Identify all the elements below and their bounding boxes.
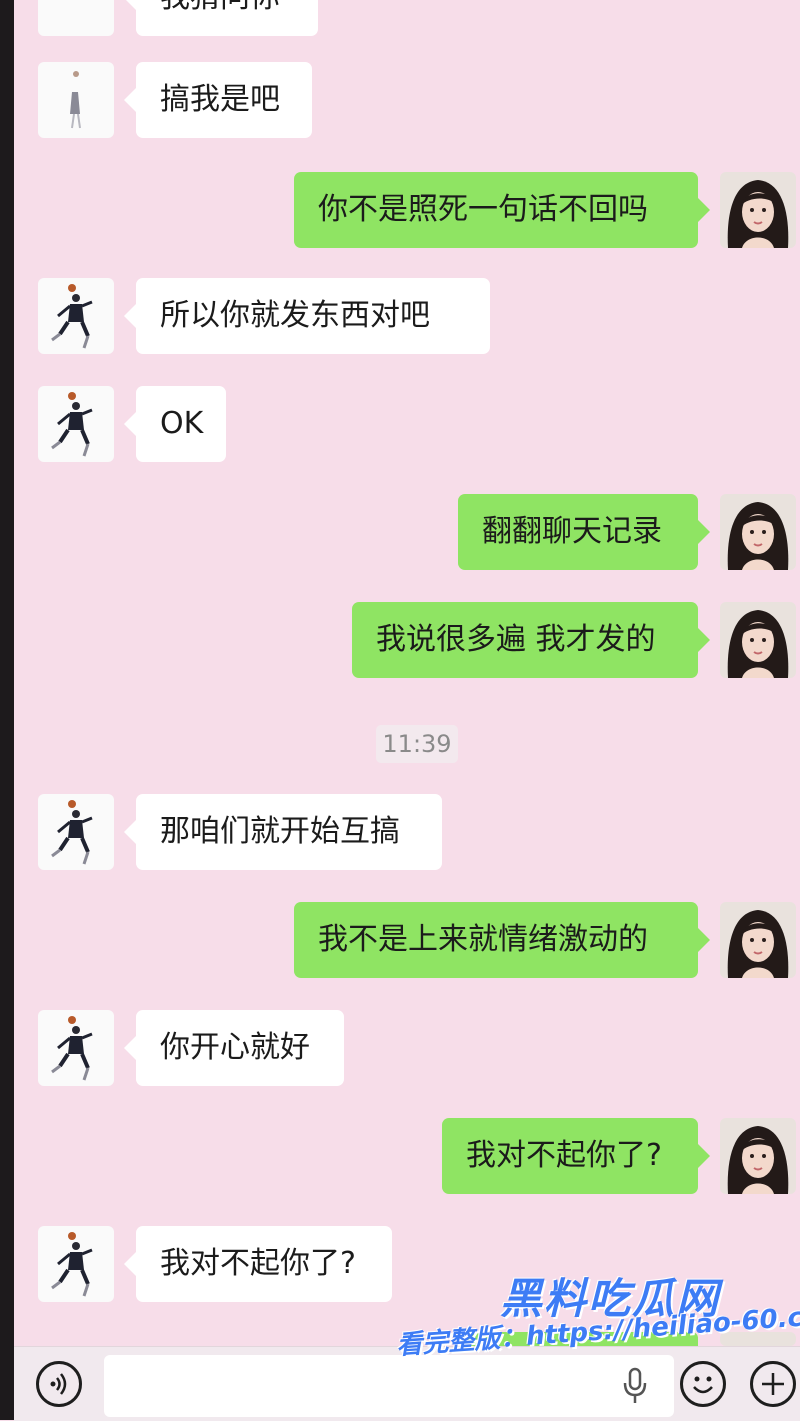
- message-bubble-outgoing[interactable]: 我不是上来就情绪激动的: [294, 902, 710, 978]
- message-bubble-outgoing[interactable]: 我对不起你了?: [442, 1118, 710, 1194]
- message-bubble-incoming[interactable]: 我猜问你: [124, 0, 318, 36]
- message-bubble-outgoing[interactable]: 翻翻聊天记录: [458, 494, 710, 570]
- message-bubble-outgoing[interactable]: 我说很多遍 我才发的: [352, 602, 710, 678]
- message-bubble-incoming[interactable]: 所以你就发东西对吧: [124, 278, 490, 354]
- user-avatar[interactable]: [720, 1118, 796, 1194]
- microphone-icon[interactable]: [622, 1367, 648, 1405]
- user-avatar[interactable]: [720, 172, 796, 248]
- user-avatar[interactable]: [720, 602, 796, 678]
- contact-avatar[interactable]: [38, 0, 114, 36]
- message-bubble-outgoing[interactable]: 你不是照死一句话不回吗: [294, 172, 710, 248]
- message-input[interactable]: [104, 1355, 674, 1417]
- voice-button[interactable]: [36, 1361, 82, 1407]
- contact-avatar[interactable]: [38, 794, 114, 870]
- plus-icon: [762, 1373, 784, 1395]
- screen-edge: [0, 0, 14, 1420]
- smiley-icon: [693, 1376, 713, 1394]
- message-bubble-incoming[interactable]: 我对不起你了?: [124, 1226, 392, 1302]
- watermark-brand: 黑料吃瓜网: [500, 1274, 721, 1323]
- contact-avatar[interactable]: [38, 62, 114, 138]
- voice-wave-icon: [50, 1373, 67, 1395]
- message-bubble-incoming[interactable]: OK: [124, 386, 226, 462]
- message-bubble-incoming[interactable]: 搞我是吧: [124, 62, 312, 138]
- contact-avatar[interactable]: [38, 1226, 114, 1302]
- user-avatar[interactable]: [720, 494, 796, 570]
- contact-avatar[interactable]: [38, 386, 114, 462]
- message-bubble-incoming[interactable]: 那咱们就开始互搞: [124, 794, 442, 870]
- user-avatar[interactable]: [720, 902, 796, 978]
- chat-input-bar: [14, 1346, 800, 1421]
- plus-button[interactable]: [750, 1361, 796, 1407]
- contact-avatar[interactable]: [38, 1010, 114, 1086]
- contact-avatar[interactable]: [38, 278, 114, 354]
- message-bubble-incoming[interactable]: 你开心就好: [124, 1010, 344, 1086]
- emoji-button[interactable]: [680, 1361, 726, 1407]
- timestamp-label: 11:39: [376, 725, 458, 763]
- user-avatar[interactable]: [720, 1332, 796, 1346]
